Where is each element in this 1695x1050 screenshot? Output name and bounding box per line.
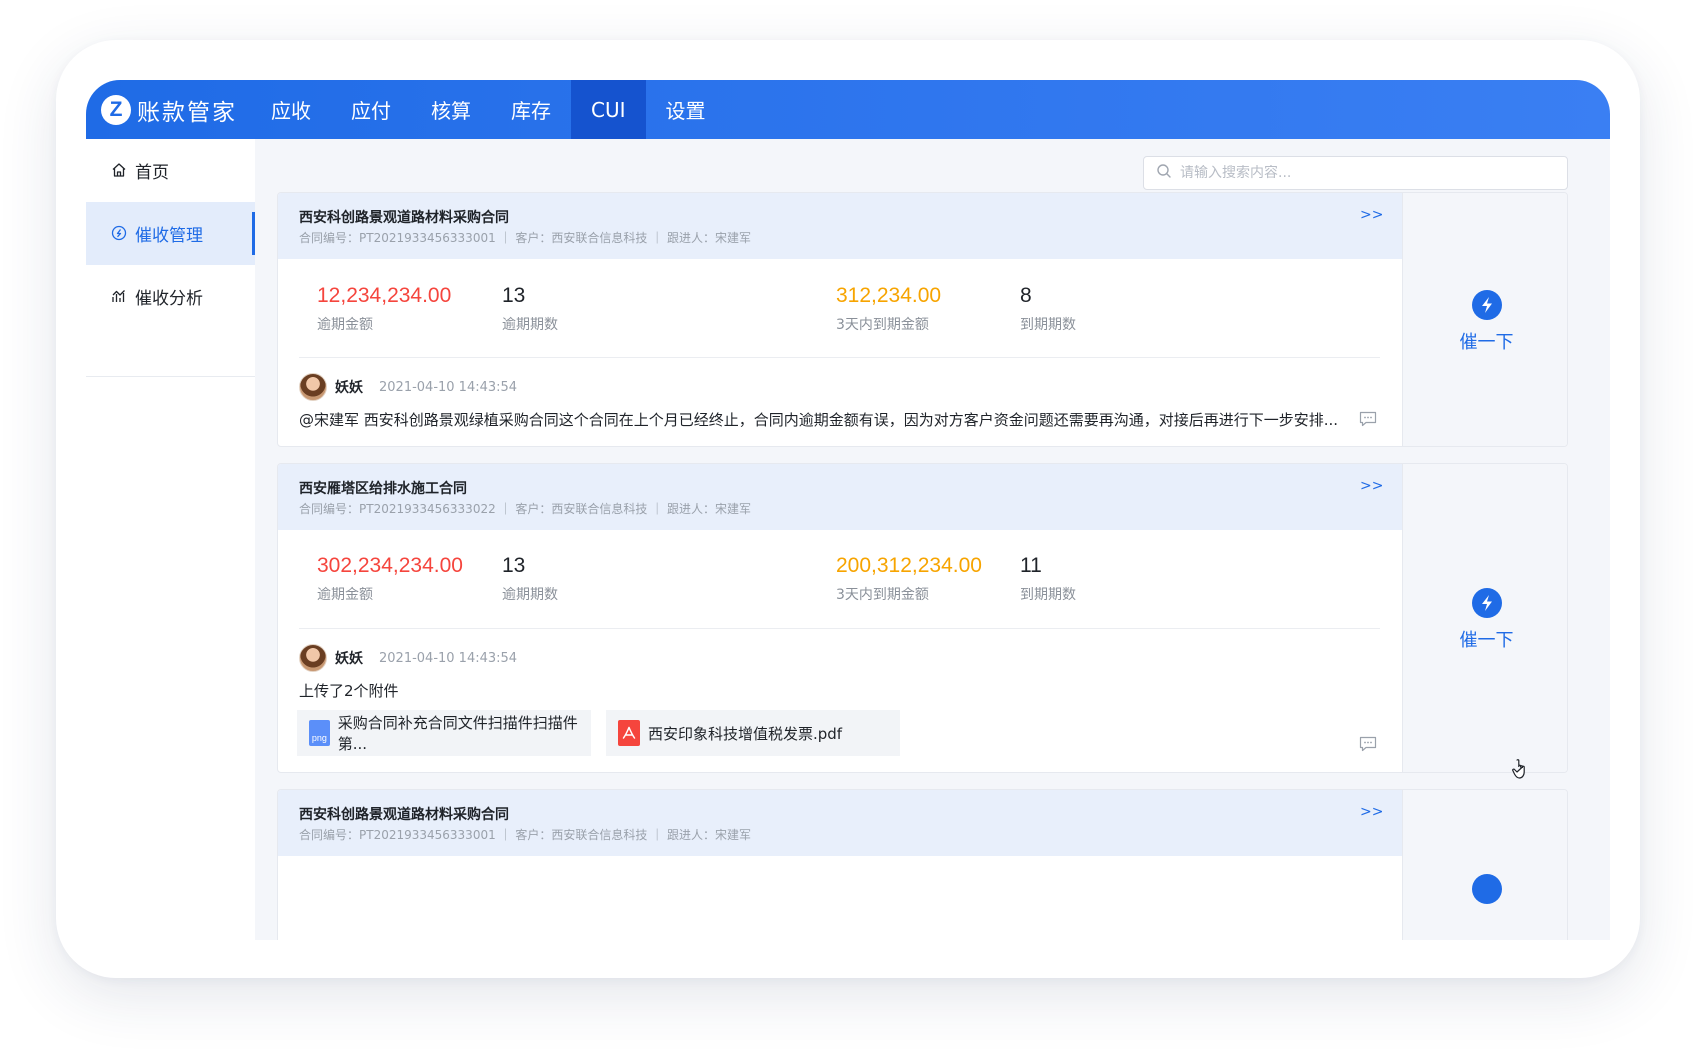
app-window: Z 账款管家 应收 应付 核算 库存 CUI 设置 首页 催收管理 催收分析 请… <box>86 80 1610 940</box>
contract-title: 西安科创路景观道路材料采购合同 <box>299 210 509 226</box>
urge-button[interactable]: 催一下 <box>1403 290 1567 354</box>
overdue-amount-label: 逾期金额 <box>317 587 373 603</box>
due-periods-value: 11 <box>1020 554 1042 577</box>
analytics-icon <box>111 288 127 304</box>
sidebar-divider <box>86 376 255 377</box>
due3-amount-label: 3天内到期金额 <box>836 587 929 603</box>
contract-title: 西安雁塔区给排水施工合同 <box>299 481 467 497</box>
attachment-name: 采购合同补充合同文件扫描件扫描件第... <box>337 714 578 753</box>
comment-author: 妖妖 2021-04-10 14:43:54 <box>299 373 517 401</box>
card-header: 西安科创路景观道路材料采购合同 合同编号：PT2021933456333001 … <box>278 193 1402 259</box>
card-divider <box>299 628 1380 629</box>
nav-item-cui[interactable]: CUI <box>571 80 646 139</box>
search-icon <box>1156 163 1172 183</box>
card-header: 西安科创路景观道路材料采购合同 合同编号：PT2021933456333001 … <box>278 790 1402 856</box>
main-nav: 应收 应付 核算 库存 CUI 设置 <box>251 80 726 139</box>
card-header: 西安雁塔区给排水施工合同 合同编号：PT2021933456333022 ｜ 客… <box>278 464 1402 530</box>
app-logo[interactable]: Z 账款管家 <box>101 94 237 126</box>
due3-amount-value: 200,312,234.00 <box>836 554 982 577</box>
contract-title: 西安科创路景观道路材料采购合同 <box>299 807 509 823</box>
sidebar-item-analysis[interactable]: 催收分析 <box>86 265 255 328</box>
comment-text: 上传了2个附件 <box>299 682 399 700</box>
stat-due3-amount: 200,312,234.00 3天内到期金额 <box>836 554 982 604</box>
stat-overdue-amount: 12,234,234.00 逾期金额 <box>317 284 451 334</box>
overdue-periods-label: 逾期期数 <box>502 317 558 333</box>
action-panel <box>1402 790 1567 940</box>
nav-item-inventory[interactable]: 库存 <box>491 80 571 139</box>
overdue-periods-label: 逾期期数 <box>502 587 558 603</box>
card-divider <box>299 357 1380 358</box>
overdue-amount-label: 逾期金额 <box>317 317 373 333</box>
nav-item-accounting[interactable]: 核算 <box>411 80 491 139</box>
attachment-pdf[interactable]: 西安印象科技增值税发票.pdf <box>606 710 900 756</box>
pdf-file-icon <box>618 720 640 746</box>
overdue-periods-value: 13 <box>502 284 526 307</box>
comment-icon[interactable] <box>1359 736 1377 752</box>
sidebar-item-label: 催收管理 <box>135 225 203 246</box>
lightning-icon <box>1471 290 1502 320</box>
due-periods-value: 8 <box>1020 284 1032 307</box>
sidebar-item-label: 首页 <box>135 162 169 183</box>
overdue-amount-value: 302,234,234.00 <box>317 554 463 577</box>
stat-due3-amount: 312,234.00 3天内到期金额 <box>836 284 941 334</box>
nav-item-settings[interactable]: 设置 <box>646 80 726 139</box>
sidebar: 首页 催收管理 催收分析 <box>86 139 255 940</box>
stat-overdue-periods: 13 逾期期数 <box>502 284 558 334</box>
top-navbar: Z 账款管家 应收 应付 核算 库存 CUI 设置 <box>86 80 1610 139</box>
overdue-amount-value: 12,234,234.00 <box>317 284 452 307</box>
contract-card: 西安科创路景观道路材料采购合同 合同编号：PT2021933456333001 … <box>277 789 1568 940</box>
action-panel: 催一下 <box>1402 193 1567 446</box>
app-name: 账款管家 <box>137 100 237 126</box>
comment-author: 妖妖 2021-04-10 14:43:54 <box>299 644 517 672</box>
details-link[interactable]: >> <box>1360 207 1383 223</box>
search-input[interactable] <box>1180 165 1540 181</box>
logo-badge-icon: Z <box>101 95 131 125</box>
stat-due-periods: 11 到期期数 <box>1020 554 1076 604</box>
nav-item-payable[interactable]: 应付 <box>331 80 411 139</box>
comment-icon[interactable] <box>1359 411 1377 427</box>
lightning-icon <box>1471 588 1502 618</box>
contract-meta: 合同编号：PT2021933456333001 ｜ 客户：西安联合信息科技 ｜ … <box>299 828 751 842</box>
sidebar-item-label: 催收分析 <box>135 288 203 309</box>
author-name: 妖妖 <box>335 380 363 396</box>
details-link[interactable]: >> <box>1360 478 1383 494</box>
hand-cursor-icon <box>1512 759 1525 779</box>
home-icon <box>111 162 127 178</box>
urge-label: 催一下 <box>1459 630 1514 651</box>
comment-text: @宋建军 西安科创路景观绿植采购合同这个合同在上个月已经终止，合同内逾期金额有误… <box>299 411 1339 429</box>
due3-amount-value: 312,234.00 <box>836 284 942 307</box>
urge-label: 催一下 <box>1459 332 1514 353</box>
stat-overdue-periods: 13 逾期期数 <box>502 554 558 604</box>
avatar[interactable] <box>299 373 327 401</box>
contract-card: 西安雁塔区给排水施工合同 合同编号：PT2021933456333022 ｜ 客… <box>277 463 1568 773</box>
overdue-periods-value: 13 <box>502 554 526 577</box>
stat-overdue-amount: 302,234,234.00 逾期金额 <box>317 554 463 604</box>
due-periods-label: 到期期数 <box>1020 317 1076 333</box>
urge-button[interactable]: 催一下 <box>1403 588 1567 652</box>
attachment-name: 西安印象科技增值税发票.pdf <box>648 724 843 743</box>
author-name: 妖妖 <box>335 651 363 667</box>
png-file-icon: png <box>309 720 330 746</box>
sidebar-item-home[interactable]: 首页 <box>86 139 255 202</box>
action-panel: 催一下 <box>1402 464 1567 772</box>
contract-meta: 合同编号：PT2021933456333022 ｜ 客户：西安联合信息科技 ｜ … <box>299 502 751 516</box>
collection-icon <box>111 225 127 241</box>
attachment-png[interactable]: png 采购合同补充合同文件扫描件扫描件第... <box>297 710 591 756</box>
sidebar-item-collection[interactable]: 催收管理 <box>86 202 255 265</box>
contract-meta: 合同编号：PT2021933456333001 ｜ 客户：西安联合信息科技 ｜ … <box>299 231 751 245</box>
details-link[interactable]: >> <box>1360 804 1383 820</box>
nav-item-receivable[interactable]: 应收 <box>251 80 331 139</box>
due3-amount-label: 3天内到期金额 <box>836 317 929 333</box>
comment-time: 2021-04-10 14:43:54 <box>379 650 518 666</box>
comment-time: 2021-04-10 14:43:54 <box>379 379 518 395</box>
lightning-icon <box>1471 874 1502 904</box>
contract-card: 西安科创路景观道路材料采购合同 合同编号：PT2021933456333001 … <box>277 192 1568 447</box>
urge-button[interactable] <box>1403 874 1567 904</box>
avatar[interactable] <box>299 644 327 672</box>
due-periods-label: 到期期数 <box>1020 587 1076 603</box>
search-box[interactable] <box>1143 156 1568 190</box>
stat-due-periods: 8 到期期数 <box>1020 284 1076 334</box>
